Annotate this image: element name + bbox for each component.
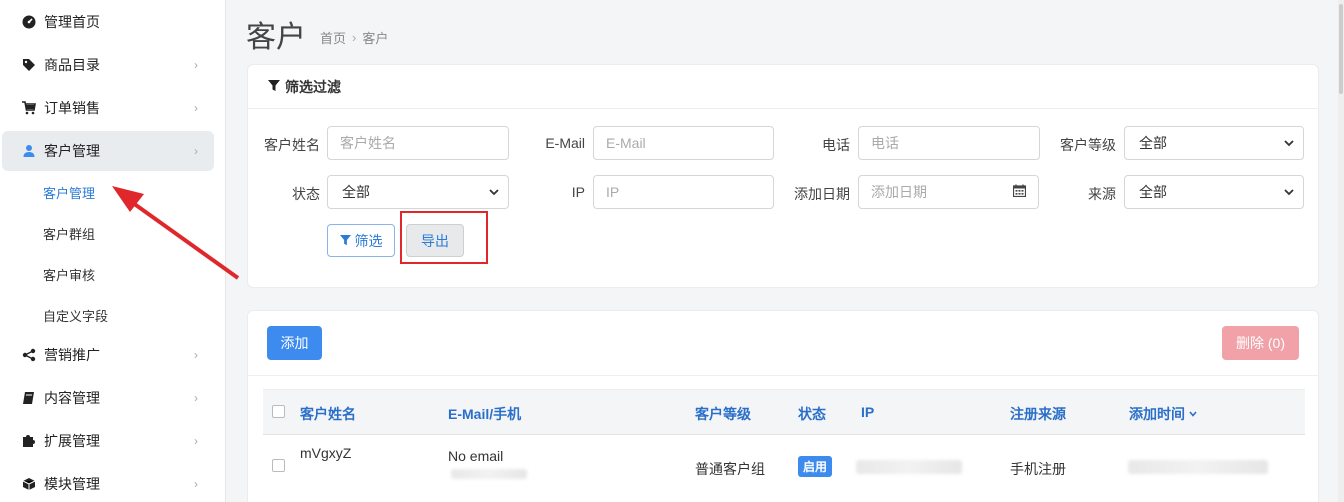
calendar-button[interactable] bbox=[1001, 175, 1039, 209]
chevron-right-icon: › bbox=[194, 144, 198, 158]
date-input[interactable] bbox=[858, 175, 1002, 209]
sidebar-item-label: 内容管理 bbox=[44, 390, 100, 406]
table-header: 客户姓名 E-Mail/手机 客户等级 状态 IP 注册来源 添加时间 bbox=[263, 389, 1305, 435]
column-header-ip[interactable]: IP bbox=[861, 404, 874, 420]
sidebar-item-catalog[interactable]: 商品目录 › bbox=[2, 45, 214, 85]
customer-level-value: 全部 bbox=[1139, 135, 1167, 151]
sort-down-icon bbox=[1188, 406, 1198, 422]
breadcrumb: 首页 › 客户 bbox=[320, 28, 388, 47]
redacted-ip bbox=[856, 460, 962, 474]
scrollbar-thumb[interactable] bbox=[1339, 4, 1343, 94]
customer-name-input[interactable] bbox=[327, 126, 509, 160]
sidebar-item-label: 扩展管理 bbox=[44, 433, 100, 449]
sidebar-item-label: 管理首页 bbox=[44, 14, 100, 30]
name-label: 客户姓名 bbox=[264, 137, 320, 153]
source-label: 来源 bbox=[1088, 186, 1116, 202]
column-header-level[interactable]: 客户等级 bbox=[695, 404, 751, 424]
register-source: 手机注册 bbox=[1010, 461, 1066, 477]
sidebar-item-marketing[interactable]: 营销推广 › bbox=[2, 335, 214, 375]
page-title: 客户 bbox=[246, 21, 306, 54]
column-header-status[interactable]: 状态 bbox=[798, 404, 826, 424]
export-button[interactable]: 导出 bbox=[406, 224, 464, 257]
sidebar-item-modules[interactable]: 模块管理 › bbox=[2, 464, 214, 502]
customer-name: mVgxyZ bbox=[300, 445, 352, 461]
sidebar-item-label: 模块管理 bbox=[44, 476, 100, 492]
sidebar-item-customers[interactable]: 客户管理 › bbox=[2, 131, 214, 171]
ip-label: IP bbox=[571, 184, 585, 200]
chevron-down-icon bbox=[488, 185, 500, 201]
redacted-phone bbox=[451, 469, 527, 479]
cube-icon bbox=[22, 477, 36, 491]
sidebar-item-extensions[interactable]: 扩展管理 › bbox=[2, 421, 214, 461]
date-label: 添加日期 bbox=[794, 186, 850, 202]
add-button[interactable]: 添加 bbox=[267, 326, 322, 360]
delete-button[interactable]: 删除 (0) bbox=[1222, 326, 1299, 360]
sidebar-subitem-approval[interactable]: 客户审核 bbox=[43, 265, 95, 284]
customer-level: 普通客户组 bbox=[695, 461, 765, 477]
sidebar-subitem-groups[interactable]: 客户群组 bbox=[43, 224, 95, 243]
sidebar-item-content[interactable]: 内容管理 › bbox=[2, 378, 214, 418]
dashboard-icon bbox=[22, 15, 36, 29]
chevron-right-icon: › bbox=[194, 477, 198, 491]
filter-header: 筛选过滤 bbox=[248, 65, 1318, 109]
sidebar-item-dashboard[interactable]: 管理首页 bbox=[2, 2, 214, 42]
filter-card: 筛选过滤 客户姓名 E-Mail 电话 客户等级 全部 状态 全部 IP 添加日… bbox=[247, 64, 1319, 288]
column-header-source[interactable]: 注册来源 bbox=[1010, 404, 1066, 424]
divider bbox=[248, 375, 1318, 376]
phone-label: 电话 bbox=[822, 137, 850, 153]
chevron-down-icon bbox=[1283, 136, 1295, 152]
phone-input[interactable] bbox=[858, 126, 1040, 160]
sidebar-item-label: 商品目录 bbox=[44, 57, 100, 73]
filter-button-label: 筛选 bbox=[354, 232, 383, 249]
row-checkbox[interactable] bbox=[272, 459, 285, 472]
cart-icon bbox=[22, 101, 36, 115]
tags-icon bbox=[22, 58, 36, 72]
breadcrumb-current: 客户 bbox=[362, 31, 389, 46]
chevron-down-icon bbox=[1283, 185, 1295, 201]
filter-icon bbox=[339, 233, 351, 249]
chevron-right-icon: › bbox=[194, 58, 198, 72]
redacted-date bbox=[1128, 460, 1268, 474]
calendar-icon bbox=[1012, 184, 1027, 200]
scrollbar[interactable] bbox=[1338, 0, 1344, 502]
sidebar-item-label: 订单销售 bbox=[44, 100, 100, 116]
puzzle-icon bbox=[22, 434, 36, 448]
annotation-arrow bbox=[112, 186, 240, 280]
sidebar-item-label: 营销推广 bbox=[44, 347, 100, 363]
source-select[interactable]: 全部 bbox=[1124, 175, 1304, 209]
chevron-right-icon: › bbox=[194, 434, 198, 448]
column-header-email[interactable]: E-Mail/手机 bbox=[448, 404, 521, 424]
chevron-right-icon: › bbox=[194, 348, 198, 362]
book-icon bbox=[22, 391, 36, 405]
ip-input[interactable] bbox=[593, 175, 774, 209]
filter-title: 筛选过滤 bbox=[285, 78, 341, 95]
status-badge: 启用 bbox=[798, 456, 833, 477]
share-icon bbox=[22, 348, 36, 362]
chevron-right-icon: › bbox=[194, 391, 198, 405]
sidebar-subitem-custom-fields[interactable]: 自定义字段 bbox=[43, 306, 108, 325]
chevron-right-icon: › bbox=[194, 101, 198, 115]
column-header-date-label: 添加时间 bbox=[1129, 406, 1185, 422]
user-icon bbox=[22, 144, 36, 158]
level-label: 客户等级 bbox=[1060, 137, 1116, 153]
filter-button[interactable]: 筛选 bbox=[327, 224, 395, 257]
column-header-name[interactable]: 客户姓名 bbox=[300, 404, 356, 424]
status-value: 全部 bbox=[342, 184, 370, 200]
sidebar-item-label: 客户管理 bbox=[44, 143, 100, 159]
customer-list-card: 添加 删除 (0) 客户姓名 E-Mail/手机 客户等级 状态 IP 注册来源… bbox=[247, 310, 1319, 502]
column-header-date[interactable]: 添加时间 bbox=[1129, 404, 1198, 424]
customer-level-select[interactable]: 全部 bbox=[1124, 126, 1304, 160]
source-value: 全部 bbox=[1139, 184, 1167, 200]
email-input[interactable] bbox=[593, 126, 774, 160]
customer-email: No email bbox=[448, 448, 504, 464]
status-label: 状态 bbox=[292, 186, 320, 202]
chevron-right-icon: › bbox=[352, 30, 357, 45]
breadcrumb-home[interactable]: 首页 bbox=[320, 28, 346, 47]
filter-icon bbox=[268, 79, 280, 95]
status-select[interactable]: 全部 bbox=[327, 175, 509, 209]
email-label: E-Mail bbox=[545, 135, 585, 151]
sidebar-item-orders[interactable]: 订单销售 › bbox=[2, 88, 214, 128]
select-all-checkbox[interactable] bbox=[272, 405, 285, 418]
sidebar-subitem-customers[interactable]: 客户管理 bbox=[43, 183, 95, 202]
